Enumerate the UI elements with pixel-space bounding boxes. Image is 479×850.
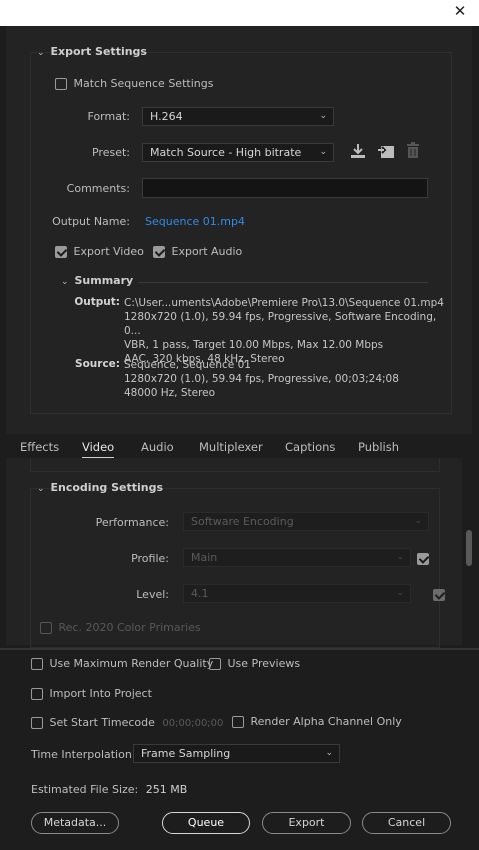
match-sequence-checkbox[interactable] (55, 78, 67, 90)
scrollbar-thumb[interactable] (466, 530, 472, 566)
use-previews-option[interactable]: Use Previews (209, 657, 300, 670)
profile-label: Profile: (131, 552, 169, 565)
level-match-checkbox[interactable] (432, 589, 445, 601)
import-preset-icon[interactable] (377, 143, 395, 163)
time-interpolation-label: Time Interpolation: (31, 748, 136, 761)
section-title: Encoding Settings (50, 481, 164, 494)
tab-effects[interactable]: Effects (20, 440, 59, 454)
output-key: Output: (74, 296, 120, 308)
render-alpha-option[interactable]: Render Alpha Channel Only (232, 715, 402, 728)
level-value: 4.1 (191, 587, 209, 600)
delete-preset-icon[interactable] (405, 142, 421, 163)
performance-select[interactable]: Software Encoding ⌄ (183, 512, 429, 531)
previous-section-edge (30, 458, 440, 472)
summary-header[interactable]: ⌄ Summary (61, 274, 133, 287)
source-line: Sequence, Sequence 01 (124, 359, 251, 371)
rec2020-checkbox[interactable] (40, 622, 52, 634)
use-previews-label: Use Previews (227, 657, 301, 670)
output-name-label: Output Name: (52, 215, 130, 228)
preset-label: Preset: (91, 146, 130, 159)
title-bar (0, 0, 479, 26)
tab-video[interactable]: Video (82, 440, 115, 459)
export-video-label: Export Video (73, 245, 144, 258)
format-select[interactable]: H.264 ⌄ (142, 107, 334, 126)
profile-value: Main (191, 551, 218, 564)
tab-multiplexer[interactable]: Multiplexer (199, 440, 263, 454)
format-value: H.264 (150, 110, 183, 123)
summary-title: Summary (74, 274, 134, 287)
tab-audio[interactable]: Audio (141, 440, 174, 454)
close-icon[interactable]: ✕ (451, 2, 469, 20)
preset-select[interactable]: Match Source - High bitrate ⌄ (142, 143, 334, 162)
export-video-checkbox[interactable] (55, 246, 67, 258)
export-button[interactable]: Export (262, 812, 351, 834)
import-into-project-checkbox[interactable] (31, 688, 43, 700)
export-audio-label: Export Audio (171, 245, 243, 258)
source-line: 1280x720 (1.0), 59.94 fps, Progressive, … (124, 373, 399, 385)
chevron-down-icon: ⌄ (325, 748, 333, 758)
time-interpolation-value: Frame Sampling (141, 747, 231, 760)
export-settings-header[interactable]: ⌄ Export Settings (37, 45, 147, 58)
estimated-file-size: Estimated File Size: 251 MB (31, 783, 187, 796)
output-line: C:\User...uments\Adobe\Premiere Pro\13.0… (124, 297, 444, 309)
source-summary: Sequence, Sequence 01 1280x720 (1.0), 59… (124, 358, 444, 400)
profile-select[interactable]: Main ⌄ (183, 548, 411, 567)
rec2020-label: Rec. 2020 Color Primaries (58, 621, 201, 634)
match-sequence-settings[interactable]: Match Sequence Settings (55, 77, 213, 90)
preset-value: Match Source - High bitrate (150, 146, 302, 159)
max-render-quality-option[interactable]: Use Maximum Render Quality (31, 657, 213, 670)
performance-label: Performance: (95, 516, 169, 529)
file-size-value: 251 MB (145, 783, 188, 796)
level-label: Level: (136, 588, 169, 601)
queue-button[interactable]: Queue (162, 812, 250, 834)
file-size-label: Estimated File Size: (31, 783, 139, 796)
export-audio-checkbox[interactable] (153, 246, 165, 258)
chevron-down-icon: ⌄ (37, 484, 45, 494)
max-render-quality-checkbox[interactable] (31, 658, 43, 670)
output-line: 1280x720 (1.0), 59.94 fps, Progressive, … (124, 311, 437, 337)
render-alpha-label: Render Alpha Channel Only (250, 715, 402, 728)
format-label: Format: (87, 110, 130, 123)
metadata-button[interactable]: Metadata... (31, 812, 119, 834)
export-video-option[interactable]: Export Video (55, 245, 144, 258)
chevron-down-icon: ⌄ (396, 588, 404, 598)
chevron-down-icon: ⌄ (37, 48, 45, 58)
rec2020-option[interactable]: Rec. 2020 Color Primaries (40, 621, 201, 634)
time-interpolation-select[interactable]: Frame Sampling ⌄ (133, 744, 340, 763)
section-title: Export Settings (50, 45, 147, 58)
tab-publish[interactable]: Publish (358, 440, 399, 454)
level-select[interactable]: 4.1 ⌄ (183, 584, 411, 603)
set-start-timecode-option[interactable]: Set Start Timecode 00;00;00;00 (31, 716, 223, 729)
output-name-link[interactable]: Sequence 01.mp4 (145, 215, 245, 228)
max-render-quality-label: Use Maximum Render Quality (49, 657, 214, 670)
tab-captions[interactable]: Captions (285, 440, 335, 454)
cancel-button[interactable]: Cancel (362, 812, 451, 834)
summary-divider (138, 282, 428, 283)
save-preset-icon[interactable] (349, 143, 367, 163)
source-line: 48000 Hz, Stereo (124, 387, 216, 399)
match-sequence-label: Match Sequence Settings (73, 77, 214, 90)
use-previews-checkbox[interactable] (209, 658, 221, 670)
import-into-project-label: Import Into Project (49, 687, 152, 700)
chevron-down-icon: ⌄ (319, 147, 327, 157)
chevron-down-icon: ⌄ (319, 111, 327, 121)
import-into-project-option[interactable]: Import Into Project (31, 687, 152, 700)
start-timecode-field[interactable]: 00;00;00;00 (162, 718, 223, 729)
render-alpha-checkbox[interactable] (232, 716, 244, 728)
output-line: VBR, 1 pass, Target 10.00 Mbps, Max 12.0… (124, 339, 384, 351)
profile-match-checkbox[interactable] (417, 553, 429, 565)
chevron-down-icon: ⌄ (61, 277, 69, 287)
source-key: Source: (75, 358, 120, 370)
set-start-timecode-label: Set Start Timecode (49, 716, 155, 729)
performance-value: Software Encoding (191, 515, 294, 528)
export-audio-option[interactable]: Export Audio (153, 245, 242, 258)
output-summary: C:\User...uments\Adobe\Premiere Pro\13.0… (124, 296, 444, 366)
set-start-timecode-checkbox[interactable] (31, 717, 43, 729)
comments-field[interactable] (142, 178, 428, 198)
chevron-down-icon: ⌄ (414, 516, 422, 526)
encoding-settings-header[interactable]: ⌄ Encoding Settings (37, 481, 163, 494)
comments-label: Comments: (66, 182, 130, 195)
chevron-down-icon: ⌄ (396, 552, 404, 562)
